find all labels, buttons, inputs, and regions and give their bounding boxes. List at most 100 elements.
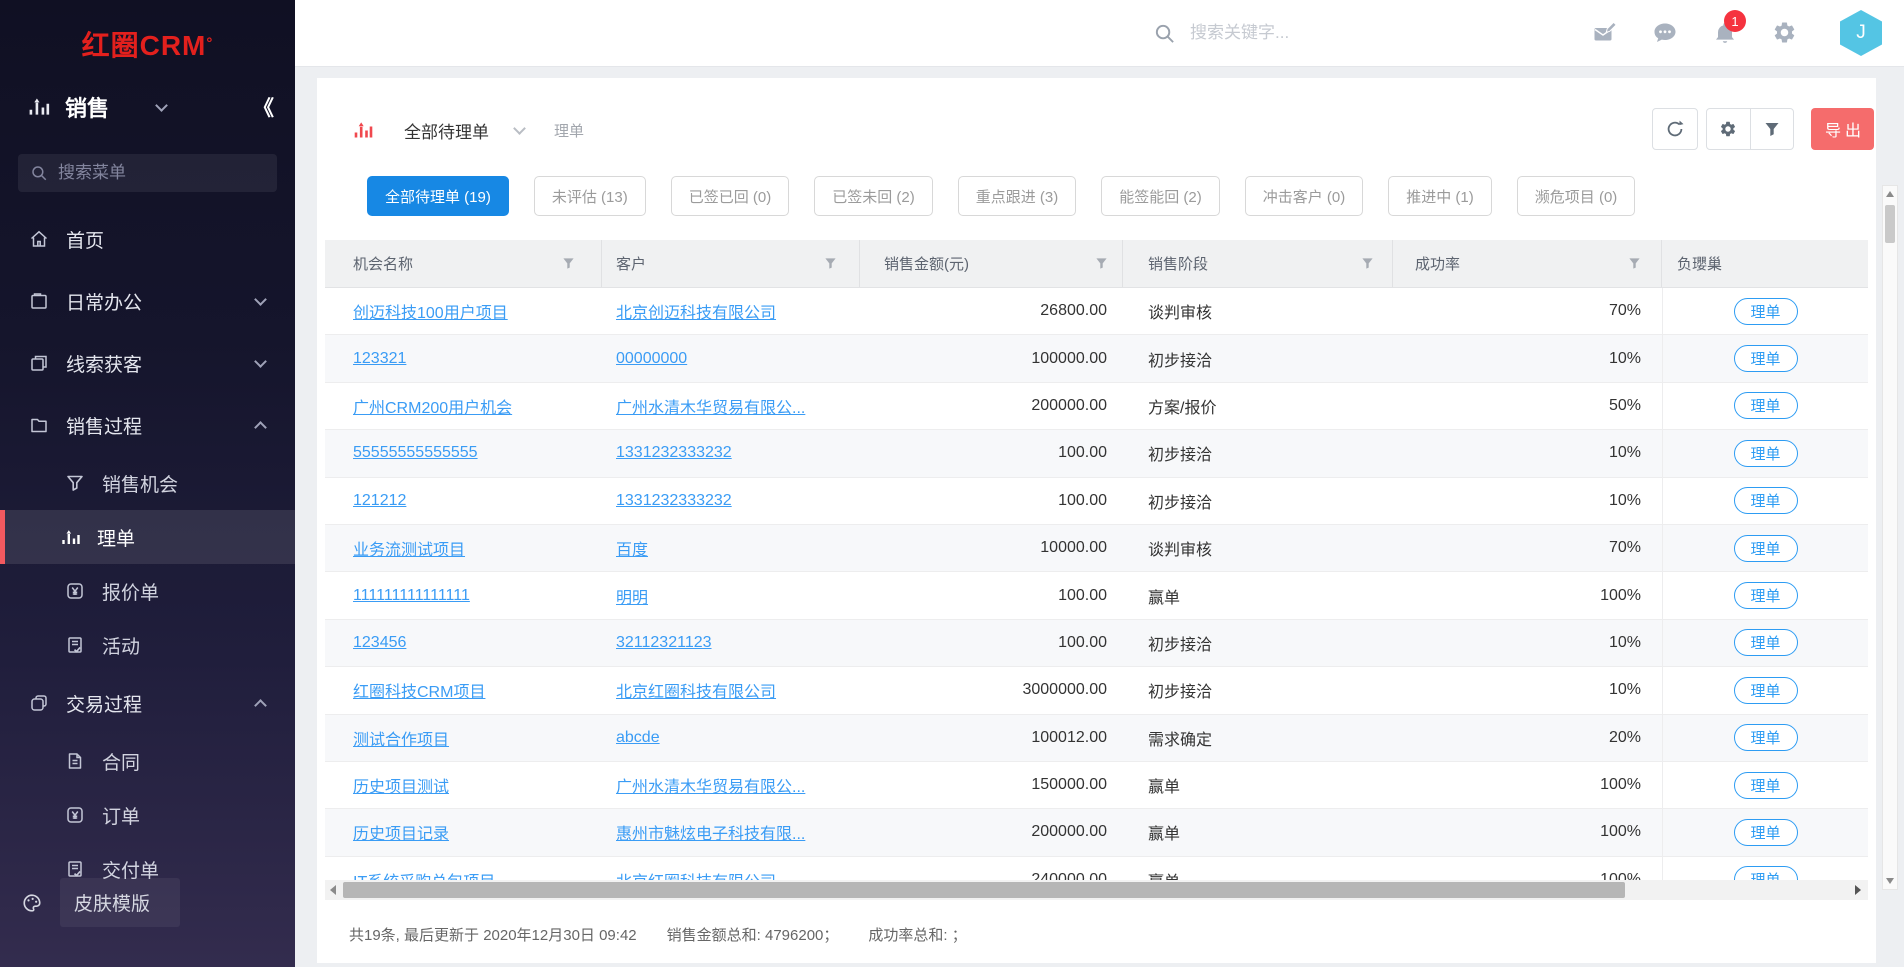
- filter-funnel-icon[interactable]: [1750, 109, 1794, 149]
- lidan-action-button[interactable]: 理单: [1734, 772, 1798, 799]
- global-search[interactable]: [1153, 0, 1350, 66]
- scroll-down-arrow-icon[interactable]: [1883, 873, 1897, 889]
- scroll-right-arrow-icon[interactable]: [1850, 885, 1866, 895]
- column-header[interactable]: 成功率: [1393, 240, 1662, 287]
- sidebar-item[interactable]: 销售过程: [0, 394, 295, 456]
- column-filter-funnel-icon[interactable]: [1095, 257, 1108, 270]
- column-filter-funnel-icon[interactable]: [562, 257, 575, 270]
- table-row: 测试合作项目 abcde 100012.00 需求确定 20% 理单: [325, 715, 1868, 762]
- filter-tab[interactable]: 已签未回 (2): [814, 176, 933, 216]
- scroll-left-arrow-icon[interactable]: [325, 885, 341, 895]
- sidebar-item[interactable]: 交易过程: [0, 672, 295, 734]
- sidebar-item[interactable]: 理单: [0, 510, 295, 564]
- sidebar-item[interactable]: 日常办公: [0, 270, 295, 332]
- customer-link[interactable]: 惠州市魅炫电子科技有限...: [616, 826, 805, 843]
- customer-link[interactable]: 北京创迈科技有限公司: [616, 305, 776, 322]
- chevron-down-icon[interactable]: [155, 99, 168, 112]
- filter-tab[interactable]: 重点跟进 (3): [958, 176, 1077, 216]
- filter-tab[interactable]: 濒危项目 (0): [1517, 176, 1636, 216]
- sidebar-item[interactable]: 合同: [0, 734, 295, 788]
- sidebar-item[interactable]: 报价单: [0, 564, 295, 618]
- mail-icon[interactable]: [1592, 20, 1618, 46]
- lidan-action-button[interactable]: 理单: [1734, 629, 1798, 656]
- sidebar-item[interactable]: 首页: [0, 208, 295, 270]
- cell-action: 理单: [1662, 525, 1868, 571]
- customer-link[interactable]: 32112321123: [616, 634, 712, 651]
- customer-link[interactable]: 百度: [616, 542, 648, 559]
- opportunity-link[interactable]: 历史项目记录: [353, 826, 449, 843]
- export-button[interactable]: 导出: [1811, 108, 1874, 150]
- column-header[interactable]: 客户: [602, 240, 860, 287]
- user-avatar[interactable]: J: [1840, 10, 1882, 56]
- opportunity-link[interactable]: 红圈科技CRM项目: [353, 684, 485, 701]
- opportunity-link[interactable]: 广州CRM200用户机会: [353, 400, 512, 417]
- column-filter-funnel-icon[interactable]: [1628, 257, 1641, 270]
- lidan-action-button[interactable]: 理单: [1734, 345, 1798, 372]
- column-filter-funnel-icon[interactable]: [1361, 257, 1374, 270]
- chat-icon[interactable]: [1652, 20, 1678, 46]
- vertical-scrollbar[interactable]: [1882, 185, 1898, 890]
- sidebar-module-header[interactable]: 销售 《: [0, 80, 295, 134]
- column-header[interactable]: 销售阶段: [1123, 240, 1393, 287]
- customer-link[interactable]: 明明: [616, 590, 648, 607]
- opportunity-link[interactable]: 55555555555555: [353, 444, 478, 461]
- lidan-action-button[interactable]: 理单: [1734, 392, 1798, 419]
- filter-tab[interactable]: 能签能回 (2): [1101, 176, 1220, 216]
- search-icon[interactable]: [1153, 22, 1176, 45]
- opportunity-link[interactable]: 创迈科技100用户项目: [353, 305, 508, 322]
- filter-tab[interactable]: 已签已回 (0): [671, 176, 790, 216]
- column-header[interactable]: 机会名称: [325, 240, 602, 287]
- notifications-bell-icon[interactable]: 1: [1712, 20, 1738, 46]
- lidan-action-button[interactable]: 理单: [1734, 582, 1798, 609]
- sidebar-item-skin-template[interactable]: 皮肤模版: [0, 878, 295, 927]
- view-title[interactable]: 全部待理单: [404, 118, 489, 143]
- lidan-action-button[interactable]: 理单: [1734, 819, 1798, 846]
- filter-tab[interactable]: 全部待理单 (19): [367, 176, 509, 216]
- sidebar-item[interactable]: 订单: [0, 788, 295, 842]
- opportunity-link[interactable]: 123456: [353, 634, 406, 651]
- column-header[interactable]: 负瓔巢: [1662, 240, 1868, 287]
- customer-link[interactable]: 1331232333232: [616, 492, 732, 509]
- customer-link[interactable]: 广州水清木华贸易有限公...: [616, 400, 805, 417]
- lidan-action-button[interactable]: 理单: [1734, 535, 1798, 562]
- opportunity-link[interactable]: 测试合作项目: [353, 732, 449, 749]
- lidan-action-button[interactable]: 理单: [1734, 677, 1798, 704]
- column-header[interactable]: 销售金额(元): [860, 240, 1123, 287]
- sidebar-item[interactable]: 线索获客: [0, 332, 295, 394]
- sidebar-item[interactable]: 活动: [0, 618, 295, 672]
- global-search-input[interactable]: [1190, 23, 1350, 43]
- opportunity-link[interactable]: 业务流测试项目: [353, 542, 465, 559]
- filter-tab[interactable]: 推进中 (1): [1388, 176, 1492, 216]
- sidebar-search-input[interactable]: [58, 163, 258, 183]
- column-filter-funnel-icon[interactable]: [824, 257, 837, 270]
- lidan-action-button[interactable]: 理单: [1734, 724, 1798, 751]
- settings-gear-icon[interactable]: [1772, 20, 1798, 46]
- lidan-action-button[interactable]: 理单: [1734, 298, 1798, 325]
- customer-link[interactable]: 1331232333232: [616, 444, 732, 461]
- collapse-sidebar-icon[interactable]: 《: [253, 92, 271, 122]
- customer-link[interactable]: abcde: [616, 729, 660, 746]
- scroll-up-arrow-icon[interactable]: [1883, 186, 1897, 202]
- refresh-button[interactable]: [1652, 108, 1698, 150]
- horizontal-scroll-thumb[interactable]: [343, 882, 1625, 898]
- table-header-row: 机会名称 客户 销售金额(元): [325, 240, 1868, 288]
- view-title-chevron-icon[interactable]: [513, 122, 526, 135]
- customer-link[interactable]: 北京红圈科技有限公司: [616, 684, 776, 701]
- vertical-scroll-thumb[interactable]: [1885, 205, 1895, 243]
- window-icon: [27, 289, 51, 313]
- column-settings-gear-icon[interactable]: [1707, 109, 1750, 149]
- horizontal-scrollbar[interactable]: [325, 880, 1868, 900]
- opportunity-link[interactable]: 123321: [353, 350, 406, 367]
- customer-link[interactable]: 00000000: [616, 350, 687, 367]
- filter-tab[interactable]: 未评估 (13): [534, 176, 646, 216]
- opportunity-link[interactable]: 111111111111111: [353, 587, 470, 604]
- opportunity-link[interactable]: 121212: [353, 492, 406, 509]
- sidebar-item[interactable]: 销售机会: [0, 456, 295, 510]
- lidan-action-button[interactable]: 理单: [1734, 440, 1798, 467]
- opportunity-link[interactable]: 历史项目测试: [353, 779, 449, 796]
- lidan-action-button[interactable]: 理单: [1734, 866, 1798, 880]
- filter-tab[interactable]: 冲击客户 (0): [1245, 176, 1364, 216]
- lidan-action-button[interactable]: 理单: [1734, 487, 1798, 514]
- sidebar-search[interactable]: [18, 154, 277, 192]
- customer-link[interactable]: 广州水清木华贸易有限公...: [616, 779, 805, 796]
